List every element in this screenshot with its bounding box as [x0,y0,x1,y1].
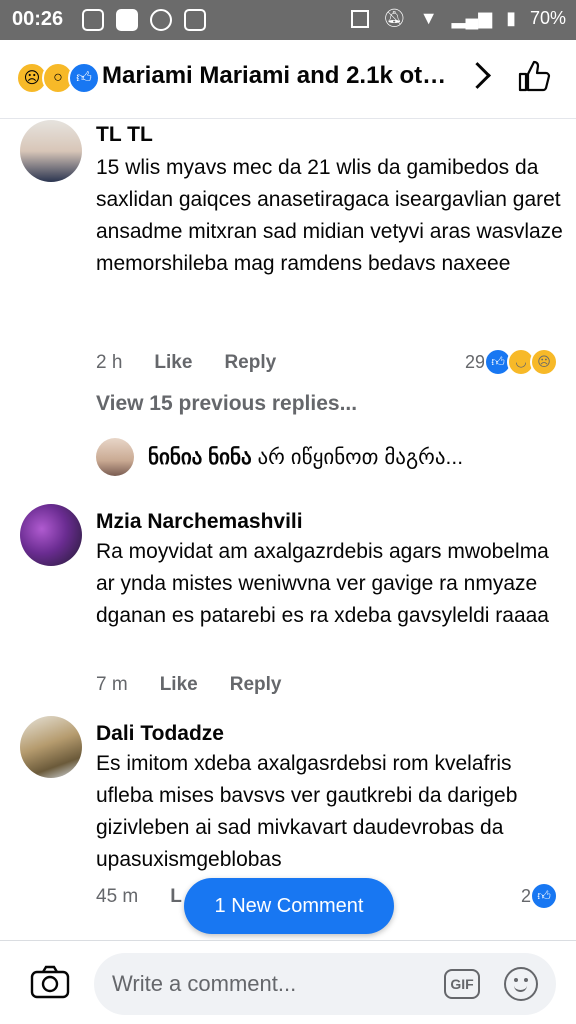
mute-icon: 🔕︎ [382,8,406,28]
comment-composer: Write a comment... GIF [0,940,576,1024]
comment-time: 45 m [96,886,139,907]
comment-text: Ra moyvidat am axalgazrdebis agars mwobe… [96,540,549,627]
comment-actions: 7 m Like Reply [96,674,281,696]
like-thumb-icon[interactable] [516,58,552,94]
reaction-count[interactable]: 29 👍︎ ◡ ☹ [465,348,558,376]
signal-icon: ▂▄▆ [451,8,493,28]
reply-author: ნინია ნინა [148,446,252,469]
like-button[interactable]: L [170,886,182,908]
view-previous-replies[interactable]: View 15 previous replies... [96,392,357,416]
comment-time: 7 m [96,674,128,695]
like-reaction-icon: 👍︎ [68,62,100,94]
reactors-title[interactable]: Mariami Mariami and 2.1k ot… [102,62,462,90]
like-reaction-icon: 👍︎ [530,882,558,910]
comment-time: 2 h [96,352,123,373]
comments-header: ☹ ○ 👍︎ Mariami Mariami and 2.1k ot… [0,40,576,119]
like-button[interactable]: Like [154,352,192,374]
avatar [96,438,134,476]
camera-icon[interactable] [30,965,70,999]
battery-icon: ▮ [506,8,516,28]
instagram-icon [82,9,104,31]
comment-author[interactable]: Dali Todadze [96,722,224,746]
reply-snippet: არ იწყინოთ მაგრა... [257,446,464,469]
emoji-icon[interactable] [504,967,538,1001]
instagram-icon [184,9,206,31]
reply-button[interactable]: Reply [224,352,276,374]
reaction-summary[interactable]: ☹ ○ 👍︎ [16,62,100,94]
reaction-count-number: 29 [464,351,485,372]
reply-button[interactable]: Reply [230,674,282,696]
comment-item: TL TL 15 wlis myavs mec da 21 wlis da ga… [0,118,576,438]
status-time: 00:26 [12,8,64,30]
comment-author[interactable]: Mzia Narchemashvili [96,510,303,534]
comment-text: Es imitom xdeba axalgasrdebsi rom kvelaf… [96,752,518,871]
messenger-icon [150,9,172,31]
comment-placeholder: Write a comment... [112,971,297,996]
new-comment-button[interactable]: 1 New Comment [184,878,394,934]
sad-reaction-icon: ☹ [530,348,558,376]
status-bar: 00:26 🔕︎ ▼ ▂▄▆ ▮ 70% [0,0,576,40]
comment-text: 15 wlis myavs mec da 21 wlis da gamibedo… [96,156,563,275]
comment-item: Mzia Narchemashvili Ra moyvidat am axalg… [0,498,576,708]
wifi-icon: ▼ [419,8,438,28]
chevron-right-icon[interactable] [464,62,491,89]
gif-button[interactable]: GIF [444,969,480,999]
like-button[interactable]: Like [160,674,198,696]
nfc-icon [350,9,369,28]
comment-author[interactable]: TL TL [96,123,153,147]
comment-input[interactable]: Write a comment... GIF [94,953,556,1015]
app-notification-icon [116,9,138,31]
comment-actions: 45 m L [96,886,182,908]
comments-sheet: ☹ ○ 👍︎ Mariami Mariami and 2.1k ot… TL T… [0,40,576,1024]
reaction-count[interactable]: 2 👍︎ [521,882,558,910]
avatar[interactable] [20,120,82,182]
avatar[interactable] [20,504,82,566]
battery-percent: 70% [529,8,566,28]
reply-preview[interactable]: ნინია ნინა არ იწყინოთ მაგრა... [96,438,556,480]
avatar[interactable] [20,716,82,778]
comment-actions: 2 h Like Reply [96,352,276,374]
